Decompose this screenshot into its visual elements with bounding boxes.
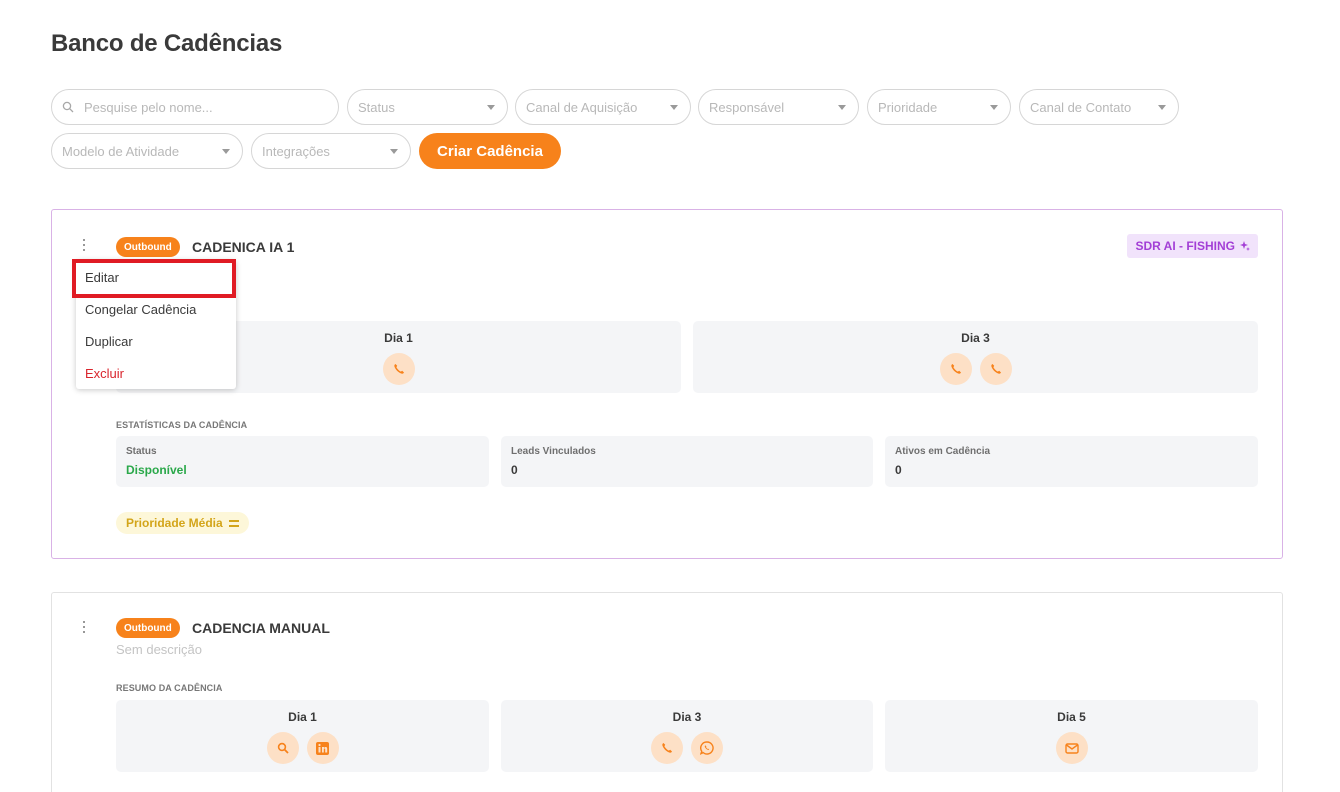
phone-icon[interactable] [939, 353, 972, 385]
priority-label: Prioridade Média [126, 516, 223, 530]
stat-label: Ativos em Cadência [895, 446, 991, 457]
chevron-down-icon [487, 105, 495, 110]
prioridade-filter-label: Prioridade [878, 99, 938, 115]
stat-value: Disponível [126, 463, 187, 477]
linkedin-icon[interactable] [306, 732, 339, 764]
integracoes-filter[interactable]: Integrações [251, 133, 411, 169]
stat-label: Leads Vinculados [511, 446, 596, 457]
highlight-box [72, 259, 236, 298]
chevron-down-icon [670, 105, 678, 110]
status-filter-label: Status [358, 99, 395, 115]
chevron-down-icon [838, 105, 846, 110]
responsavel-filter[interactable]: Responsável [698, 89, 859, 125]
summary-section-title: RESUMO DA CADÊNCIA [116, 683, 223, 693]
stat-leads: Leads Vinculados 0 [501, 436, 873, 487]
stats-section-title: ESTATÍSTICAS DA CADÊNCIA [116, 420, 248, 430]
kebab-menu-icon[interactable] [78, 237, 90, 253]
integracoes-filter-label: Integrações [262, 143, 330, 159]
day-box: Dia 3 [501, 700, 873, 772]
stat-status: Status Disponível [116, 436, 489, 487]
canal-aquisicao-filter-label: Canal de Aquisição [526, 99, 638, 115]
search-icon[interactable] [266, 732, 299, 764]
chevron-down-icon [222, 149, 230, 154]
page-title: Banco de Cadências [51, 30, 283, 57]
equals-icon [228, 519, 239, 527]
day-label: Dia 5 [1057, 710, 1086, 724]
canal-contato-filter[interactable]: Canal de Contato [1019, 89, 1179, 125]
canal-contato-filter-label: Canal de Contato [1030, 99, 1132, 115]
search-icon [62, 101, 74, 113]
sparkle-icon [1240, 241, 1250, 251]
stat-active: Ativos em Cadência 0 [885, 436, 1258, 487]
stat-label: Status [126, 446, 157, 457]
cadence-description: Sem descrição [116, 642, 202, 657]
canal-aquisicao-filter[interactable]: Canal de Aquisição [515, 89, 691, 125]
modelo-atividade-filter[interactable]: Modelo de Atividade [51, 133, 243, 169]
cadence-card: Outbound CADENCIA MANUAL Sem descrição R… [51, 592, 1283, 792]
day-box: Dia 1 [116, 700, 489, 772]
search-input[interactable]: Pesquise pelo nome... [51, 89, 339, 125]
stat-value: 0 [895, 463, 902, 477]
status-filter[interactable]: Status [347, 89, 508, 125]
chevron-down-icon [390, 149, 398, 154]
ai-badge-label: SDR AI - FISHING [1135, 239, 1235, 253]
phone-icon[interactable] [382, 353, 415, 385]
day-label: Dia 3 [672, 710, 702, 724]
modelo-atividade-filter-label: Modelo de Atividade [62, 143, 180, 159]
menu-item-excluir[interactable]: Excluir [85, 366, 124, 381]
outbound-badge: Outbound [116, 237, 180, 257]
menu-item-duplicar[interactable]: Duplicar [85, 334, 133, 349]
phone-icon[interactable] [651, 732, 683, 764]
day-label: Dia 1 [288, 710, 317, 724]
stat-value: 0 [511, 463, 518, 477]
chevron-down-icon [990, 105, 998, 110]
phone-icon[interactable] [979, 353, 1012, 385]
prioridade-filter[interactable]: Prioridade [867, 89, 1011, 125]
chevron-down-icon [1158, 105, 1166, 110]
kebab-menu-icon[interactable] [78, 619, 90, 635]
create-cadence-button[interactable]: Criar Cadência [419, 133, 561, 169]
day-box: Dia 3 [693, 321, 1258, 393]
email-icon[interactable] [1055, 732, 1088, 764]
responsavel-filter-label: Responsável [709, 99, 785, 115]
outbound-badge: Outbound [116, 618, 180, 638]
menu-item-congelar[interactable]: Congelar Cadência [85, 302, 196, 317]
whatsapp-icon[interactable] [691, 732, 723, 764]
search-placeholder: Pesquise pelo nome... [84, 99, 213, 115]
day-box: Dia 5 [885, 700, 1258, 772]
cadence-title: CADENCIA MANUAL [192, 620, 330, 636]
priority-badge: Prioridade Média [116, 512, 249, 534]
ai-badge: SDR AI - FISHING [1127, 234, 1258, 258]
day-label: Dia 3 [961, 331, 990, 345]
cadence-title: CADENICA IA 1 [192, 239, 295, 255]
